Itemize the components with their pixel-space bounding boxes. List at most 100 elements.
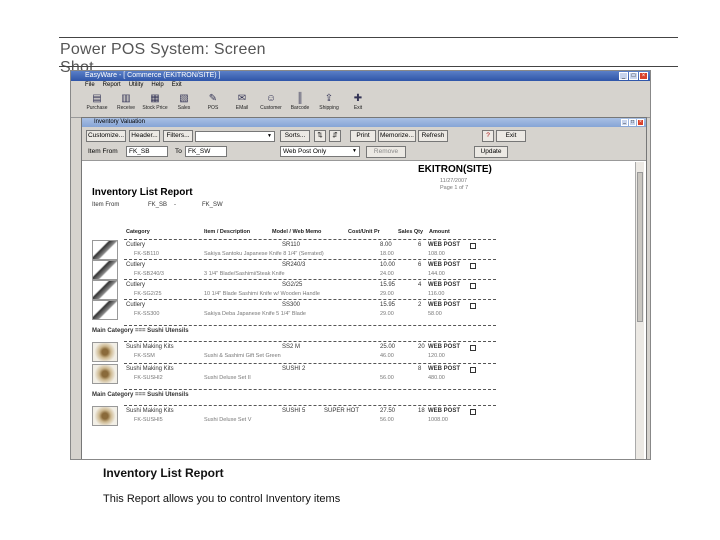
update-button[interactable]: Update <box>474 146 508 158</box>
email-icon: ✉ <box>237 93 247 104</box>
product-thumbnail <box>92 406 118 426</box>
row-category: Cutlery <box>126 262 146 268</box>
minimize-icon[interactable]: _ <box>619 72 628 80</box>
report-page: Page 1 of 7 <box>440 185 469 191</box>
col-item-description: Item / Description <box>204 229 251 235</box>
menu-help[interactable]: Help <box>151 81 163 90</box>
toolbar-button-8[interactable]: ⇪ Shipping <box>317 90 341 117</box>
help-icon[interactable]: ? <box>482 130 494 142</box>
row-category: Cutlery <box>126 282 146 288</box>
exit-icon: ✚ <box>353 93 363 104</box>
toolbar-button-0[interactable]: ▤ Purchase <box>85 90 109 117</box>
web-filter-select[interactable]: Web Post Only ▼ <box>280 146 360 157</box>
row-item: FK-SG2/25 <box>134 291 162 297</box>
web-post-checkbox[interactable] <box>470 345 476 351</box>
row-qty: 6 <box>418 242 422 248</box>
remove-button[interactable]: Remove <box>366 146 406 158</box>
row-separator <box>124 279 496 280</box>
row-description: Sushi Deluxe Set II <box>204 375 251 381</box>
exit-button[interactable]: Exit <box>496 130 526 142</box>
toolbar-button-5[interactable]: ✉ EMail <box>230 90 254 117</box>
row-qty: 4 <box>418 282 422 288</box>
web-post-checkbox[interactable] <box>470 303 476 309</box>
web-post-checkbox[interactable] <box>470 409 476 415</box>
child-titlebar: Inventory Valuation _ □ × <box>82 118 646 127</box>
customize-button[interactable]: Customize... <box>86 130 126 142</box>
toolbar-label: Sales <box>177 105 191 111</box>
window-titlebar: EasyWare - [ Commerce (EKITRON/SITE) ] _… <box>71 71 650 81</box>
web-post-checkbox[interactable] <box>470 243 476 249</box>
inventory-valuation-window: Inventory Valuation _ □ × Customize... H… <box>81 117 647 459</box>
child-maximize-icon[interactable]: □ <box>629 119 636 126</box>
row-post: WEB POST <box>428 344 461 350</box>
row-qty: 6 <box>418 262 422 268</box>
range-label: Item From <box>92 202 120 208</box>
row-post: WEB POST <box>428 282 461 288</box>
toolbar-button-4[interactable]: ✎ POS <box>201 90 225 117</box>
row-separator <box>124 405 496 406</box>
toolbar-label: Stock Price <box>142 105 168 111</box>
child-title: Inventory Valuation <box>94 119 145 125</box>
web-filter-value: Web Post Only <box>283 148 327 155</box>
child-minimize-icon[interactable]: _ <box>621 119 628 126</box>
toolbar-button-7[interactable]: ║ Barcode <box>288 90 312 117</box>
chevron-down-icon: ▼ <box>352 148 357 154</box>
toolbar-button-9[interactable]: ✚ Exit <box>346 90 370 117</box>
range-to: FK_SW <box>202 202 223 208</box>
row-description: Sakiya Santoku Japanese Knife 8 1/4" (Se… <box>204 251 324 257</box>
report-scrollbar[interactable] <box>635 162 644 459</box>
toolbar-button-2[interactable]: ▦ Stock Price <box>142 90 168 117</box>
print-button[interactable]: Print <box>350 130 376 142</box>
web-post-checkbox[interactable] <box>470 283 476 289</box>
product-thumbnail <box>92 240 118 260</box>
child-close-icon[interactable]: × <box>637 119 644 126</box>
filters-button[interactable]: Filters... <box>163 130 193 142</box>
row-post: WEB POST <box>428 242 461 248</box>
item-from-input[interactable]: FK_SB <box>126 146 168 157</box>
toolbar-button-1[interactable]: ▥ Receive <box>114 90 138 117</box>
range-from: FK_SB <box>148 202 168 208</box>
filter-select[interactable]: ▼ <box>195 131 275 142</box>
receive-icon: ▥ <box>121 93 131 104</box>
row-qty: 8 <box>418 366 422 372</box>
menu-report[interactable]: Report <box>103 81 121 90</box>
row-qty: 20 <box>418 344 425 350</box>
row-price: 24.00 <box>380 271 394 277</box>
menu-file[interactable]: File <box>85 81 95 90</box>
scroll-thumb[interactable] <box>637 172 643 322</box>
row-description: Sakiya Deba Japanese Knife 5 1/4" Blade <box>204 311 306 317</box>
report-preview: EKITRON(SITE) 11/27/2007 Page 1 of 7 Inv… <box>84 162 636 459</box>
barcode-icon: ║ <box>296 93 304 104</box>
menu-exit[interactable]: Exit <box>172 81 182 90</box>
row-model: SR110 <box>282 242 300 248</box>
toolbar-label: Shipping <box>319 105 339 111</box>
row-amount: 58.00 <box>428 311 442 317</box>
row-description: Sushi Deluxe Set V <box>204 417 252 423</box>
row-memo: SUPER HOT <box>324 408 360 414</box>
web-post-checkbox[interactable] <box>470 263 476 269</box>
header-button[interactable]: Header... <box>129 130 160 142</box>
memorize-button[interactable]: Memorize... <box>378 130 416 142</box>
menu-utility[interactable]: Utility <box>129 81 144 90</box>
row-amount: 116.00 <box>428 291 445 297</box>
row-qty: 18 <box>418 408 425 414</box>
toolbar-label: Customer <box>260 105 282 111</box>
row-category: Sushi Making Kits <box>126 344 174 350</box>
sort-asc-icon[interactable]: ⇅ <box>314 130 326 142</box>
close-icon[interactable]: × <box>639 72 648 80</box>
toolbar-label: Purchase <box>86 105 108 111</box>
sort-desc-icon[interactable]: ⇵ <box>329 130 341 142</box>
item-to-input[interactable]: FK_SW <box>185 146 227 157</box>
web-post-checkbox[interactable] <box>470 367 476 373</box>
toolbar-button-6[interactable]: ☺ Customer <box>259 90 283 117</box>
row-post: WEB POST <box>428 302 461 308</box>
maximize-icon[interactable]: □ <box>629 72 638 80</box>
toolbar-label: POS <box>207 105 219 111</box>
sorts-button[interactable]: Sorts... <box>280 130 310 142</box>
row-separator <box>124 299 496 300</box>
row-model: SS300 <box>282 302 301 308</box>
row-item: FK-SB110 <box>134 251 159 257</box>
toolbar-button-3[interactable]: ▧ Sales <box>172 90 196 117</box>
refresh-button[interactable]: Refresh <box>418 130 448 142</box>
row-model: SR240/3 <box>282 262 306 268</box>
